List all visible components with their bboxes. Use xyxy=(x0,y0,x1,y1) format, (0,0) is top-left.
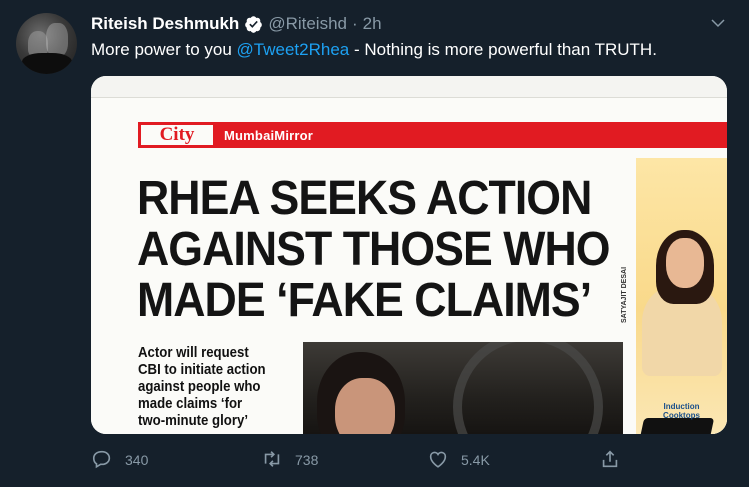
mention-link[interactable]: @Tweet2Rhea xyxy=(237,40,350,59)
subhead-line: CBI to initiate action xyxy=(138,361,266,378)
retweet-icon xyxy=(261,448,283,473)
retweet-count: 738 xyxy=(295,452,319,468)
like-count: 5.4K xyxy=(461,452,490,468)
newspaper-headline: RHEA SEEKS ACTION AGAINST THOSE WHO MADE… xyxy=(137,169,612,327)
author-name[interactable]: Riteish Deshmukh xyxy=(91,14,239,34)
headline-line: AGAINST THOSE WHO xyxy=(137,220,610,276)
tweet-header: Riteish Deshmukh @Riteishd · 2h xyxy=(91,13,382,35)
verified-badge-icon xyxy=(244,15,263,34)
share-button[interactable] xyxy=(599,447,621,473)
tweet-media-image[interactable]: City MumbaiMirror RHEA SEEKS ACTION AGAI… xyxy=(91,76,727,434)
subhead-line: made claims ‘for xyxy=(138,395,243,412)
reply-button[interactable]: 340 xyxy=(91,447,148,473)
like-icon xyxy=(427,448,449,473)
author-handle[interactable]: @Riteishd xyxy=(268,14,347,34)
chevron-down-icon[interactable] xyxy=(709,14,727,32)
subhead-line: Actor will request xyxy=(138,344,249,361)
tweet-text: More power to you @Tweet2Rhea - Nothing … xyxy=(91,40,657,60)
newspaper-photo xyxy=(303,342,623,434)
ad-caption-line: Cooktops xyxy=(663,411,700,420)
headline-line: MADE ‘FAKE CLAIMS’ xyxy=(137,271,592,327)
headline-line: RHEA SEEKS ACTION xyxy=(137,169,592,225)
ad-caption: Induction Cooktops xyxy=(636,402,727,420)
ad-caption-line: Induction xyxy=(663,402,700,411)
like-button[interactable]: 5.4K xyxy=(427,447,490,473)
newspaper-subhead: Actor will request CBI to initiate actio… xyxy=(138,344,279,429)
separator-dot: · xyxy=(352,14,358,33)
retweet-button[interactable]: 738 xyxy=(261,447,318,473)
share-icon xyxy=(599,448,621,473)
tweet-text-after: - Nothing is more powerful than TRUTH. xyxy=(349,40,657,59)
reply-count: 340 xyxy=(125,452,149,468)
section-label: City xyxy=(138,122,216,148)
advertisement xyxy=(636,158,727,434)
reply-icon xyxy=(91,448,113,473)
tweet-actions: 340 738 5.4K xyxy=(91,447,731,473)
subhead-line: against people who xyxy=(138,378,261,395)
avatar[interactable] xyxy=(16,13,77,74)
tweet-text-before: More power to you xyxy=(91,40,237,59)
tweet-timestamp[interactable]: 2h xyxy=(363,14,382,34)
paper-page-edge xyxy=(91,76,727,98)
subhead-line: two-minute glory’ xyxy=(138,412,248,429)
photo-credit: SATYAJIT DESAI xyxy=(621,266,628,323)
masthead-label: MumbaiMirror xyxy=(224,127,314,143)
